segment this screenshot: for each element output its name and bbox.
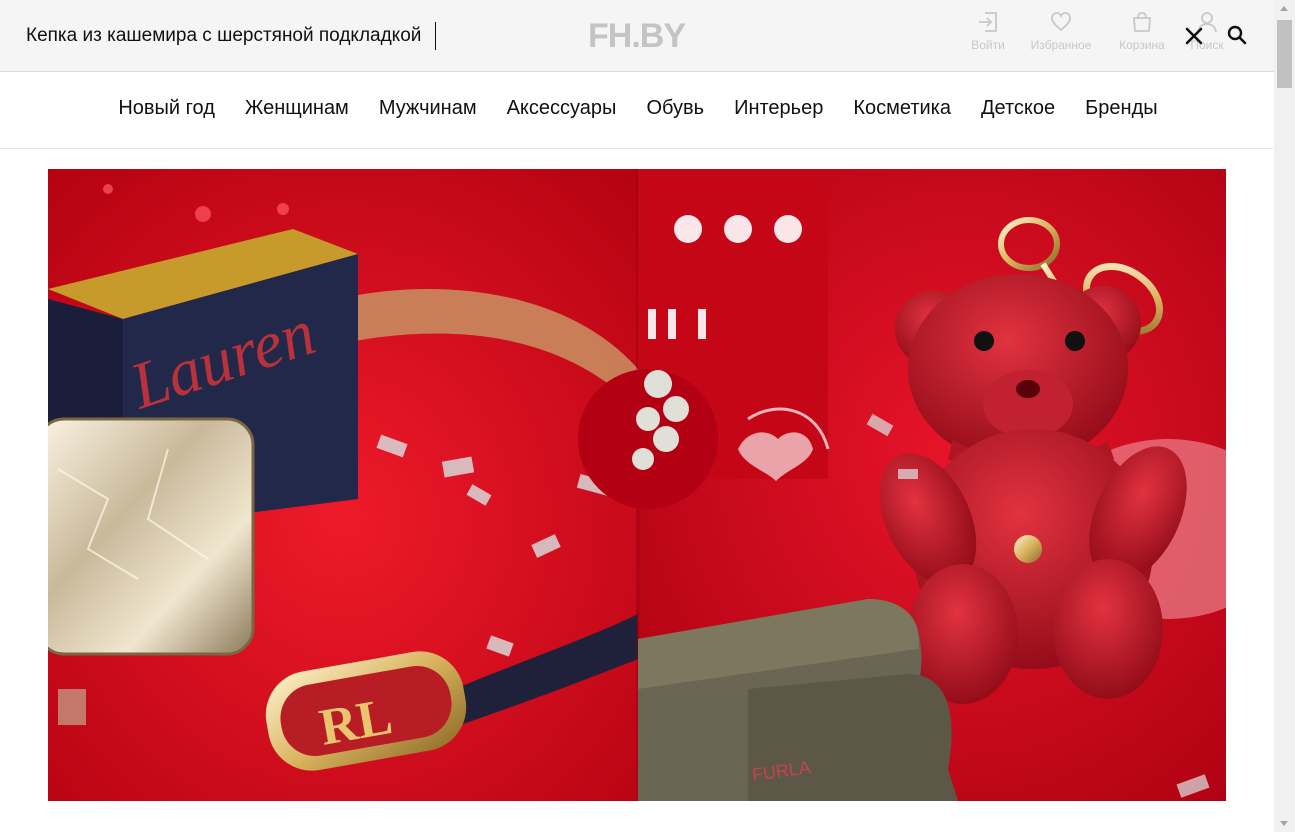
nav-item-cosmetics[interactable]: Косметика <box>853 97 951 120</box>
hero-banner[interactable]: Lauren RL FURLA <box>48 169 1226 801</box>
hero-image: Lauren RL FURLA <box>48 169 1226 801</box>
search-icon <box>1227 25 1247 45</box>
text-caret <box>435 22 436 50</box>
site-logo[interactable]: FH.BY <box>588 16 686 56</box>
site-header: FH.BY Войти Избранное Корзина Поиск <box>0 0 1274 72</box>
main-nav: Новый год Женщинам Мужчинам Аксессуары О… <box>0 73 1274 149</box>
nav-item-shoes[interactable]: Обувь <box>646 97 704 120</box>
nav-item-accessories[interactable]: Аксессуары <box>507 97 617 120</box>
page-scrollbar[interactable] <box>1274 0 1295 832</box>
search-submit-button[interactable] <box>1226 24 1250 48</box>
nav-item-men[interactable]: Мужчинам <box>379 97 477 120</box>
scroll-thumb[interactable] <box>1277 20 1292 88</box>
scroll-down-arrow-icon[interactable] <box>1280 821 1288 826</box>
bag-icon <box>1133 12 1151 32</box>
nav-item-brands[interactable]: Бренды <box>1085 97 1157 120</box>
close-icon <box>1185 27 1203 45</box>
login-icon <box>979 12 997 32</box>
nav-item-women[interactable]: Женщинам <box>245 97 349 120</box>
nav-item-kids[interactable]: Детское <box>981 97 1055 120</box>
cart-label: Корзина <box>1119 38 1165 52</box>
main-nav-list: Новый год Женщинам Мужчинам Аксессуары О… <box>2 73 1274 120</box>
login-button[interactable]: Войти <box>948 10 1028 52</box>
favorites-button[interactable]: Избранное <box>1021 10 1101 52</box>
login-label: Войти <box>971 38 1005 52</box>
scroll-up-arrow-icon[interactable] <box>1280 6 1288 11</box>
heart-icon <box>1051 12 1071 32</box>
search-input[interactable] <box>14 16 574 56</box>
nav-item-new-year[interactable]: Новый год <box>118 97 215 120</box>
nav-item-interior[interactable]: Интерьер <box>734 97 823 120</box>
favorites-label: Избранное <box>1030 38 1092 52</box>
close-search-button[interactable] <box>1182 24 1206 48</box>
